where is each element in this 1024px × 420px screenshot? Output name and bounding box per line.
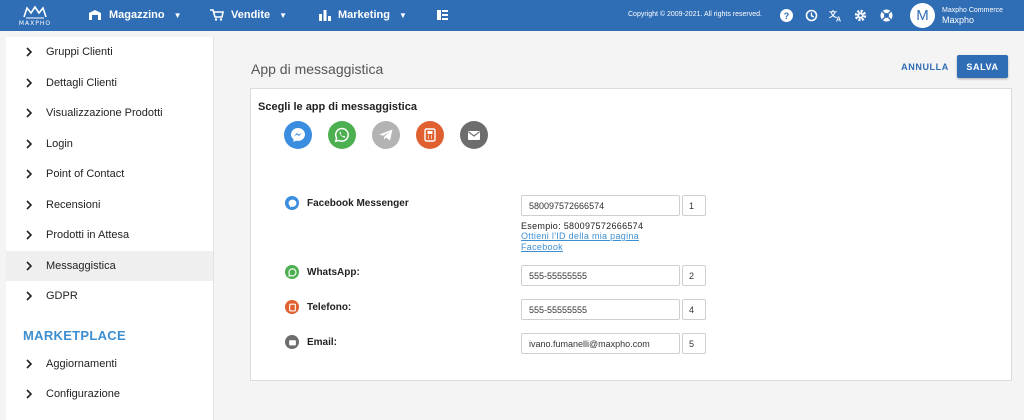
chevron-right-icon	[26, 291, 33, 301]
warehouse-icon	[89, 10, 101, 20]
caret-down-icon: ▼	[279, 10, 288, 20]
whatsapp-order-input[interactable]	[682, 265, 706, 286]
field-label-telefono: Telefono:	[307, 302, 352, 313]
nav-label: Magazzino	[109, 9, 165, 21]
sidebar-item-messaggistica[interactable]: Messaggistica	[6, 250, 213, 281]
nav-vendite[interactable]: Vendite ▼	[210, 9, 287, 21]
svg-text:A: A	[836, 16, 841, 22]
user-name[interactable]: Maxpho	[942, 15, 974, 25]
sidebar-item-aggiornamenti[interactable]: Aggiornamenti	[6, 349, 213, 380]
phone-icon	[285, 300, 299, 314]
nav-marketing[interactable]: Marketing ▼	[319, 9, 407, 21]
chevron-right-icon	[26, 199, 33, 210]
whatsapp-icon	[285, 265, 299, 279]
svg-text:?: ?	[783, 11, 789, 21]
save-button[interactable]: SALVA	[957, 55, 1008, 78]
messenger-icon[interactable]	[284, 121, 312, 149]
messaging-card: Scegli le app di messaggistica Facebook …	[250, 88, 1012, 381]
sidebar-section-marketplace: MARKETPLACE	[23, 327, 126, 343]
messenger-id-input[interactable]	[521, 195, 680, 216]
messenger-icon	[285, 196, 299, 210]
sidebar-item-label: GDPR	[46, 290, 78, 303]
sidebar-item-visualizzazione-prodotti[interactable]: Visualizzazione Prodotti	[6, 98, 213, 129]
telefono-order-input[interactable]	[682, 299, 706, 320]
chevron-right-icon	[26, 138, 33, 149]
chevron-right-icon	[26, 260, 33, 271]
translate-icon[interactable]: 文A	[828, 7, 844, 23]
chevron-right-icon	[26, 358, 33, 369]
chevron-right-icon	[26, 389, 33, 399]
sidebar: Gruppi Clienti Dettagli Clienti Visualiz…	[6, 37, 214, 420]
card-heading: Scegli le app di messaggistica	[258, 101, 417, 113]
avatar[interactable]: M	[910, 3, 935, 28]
nav-more[interactable]	[437, 10, 455, 20]
sidebar-item-gruppi-clienti[interactable]: Gruppi Clienti	[6, 37, 213, 68]
sidebar-item-login[interactable]: Login	[6, 129, 213, 160]
facebook-id-help-link[interactable]: Ottieni l'ID della mia pagina Facebook	[521, 231, 671, 253]
nav-label: Vendite	[231, 9, 271, 21]
sidebar-item-label: Aggiornamenti	[46, 357, 117, 370]
phone-icon[interactable]	[416, 121, 444, 149]
sidebar-item-label: Prodotti in Attesa	[46, 229, 130, 242]
telefono-input[interactable]	[521, 299, 680, 320]
sidebar-item-dettagli-clienti[interactable]: Dettagli Clienti	[6, 68, 213, 99]
sidebar-item-prodotti-in-attesa[interactable]: Prodotti in Attesa	[6, 220, 213, 251]
whatsapp-icon[interactable]	[328, 121, 356, 149]
sidebar-item-label: Dettagli Clienti	[46, 76, 117, 89]
messenger-example: Esempio: 580097572666574	[521, 221, 644, 231]
sidebar-item-label: Login	[46, 137, 73, 150]
maxpho-logo-icon	[23, 5, 47, 18]
sidebar-item-recensioni[interactable]: Recensioni	[6, 190, 213, 221]
chevron-right-icon	[26, 77, 33, 88]
cancel-button[interactable]: ANNULLA	[898, 57, 952, 76]
chevron-right-icon	[26, 47, 33, 57]
messenger-order-input[interactable]	[682, 195, 706, 216]
logo-text: MAXPHO	[18, 19, 52, 27]
chevron-right-icon	[26, 108, 33, 118]
email-input[interactable]	[521, 333, 680, 354]
sidebar-item-label: Messaggistica	[46, 259, 116, 272]
history-icon[interactable]	[803, 7, 819, 23]
nav-magazzino[interactable]: Magazzino ▼	[88, 9, 182, 21]
email-icon[interactable]	[460, 121, 488, 149]
nav-label: Marketing	[338, 9, 390, 21]
email-order-input[interactable]	[682, 333, 706, 354]
chevron-right-icon	[26, 230, 33, 240]
settings-icon[interactable]	[852, 7, 868, 23]
user-company: Maxpho Commerce	[942, 7, 1004, 14]
email-icon	[285, 335, 299, 349]
field-label-whatsapp: WhatsApp:	[307, 267, 360, 278]
help-icon[interactable]: ?	[778, 7, 794, 23]
cart-icon	[210, 9, 224, 21]
whatsapp-input[interactable]	[521, 265, 680, 286]
sidebar-item-gdpr[interactable]: GDPR	[6, 281, 213, 312]
support-icon[interactable]	[878, 7, 894, 23]
field-label-email: Email:	[307, 337, 338, 348]
sidebar-item-point-of-contact[interactable]: Point of Contact	[6, 159, 213, 190]
list-view-icon	[437, 10, 448, 20]
sidebar-item-label: Gruppi Clienti	[46, 46, 113, 59]
sidebar-item-label: Configurazione	[46, 388, 120, 401]
top-bar: MAXPHO Magazzino ▼ Vendite ▼ Marketing ▼…	[0, 0, 1024, 31]
copyright-text: Copyright © 2009-2021. All rights reserv…	[628, 11, 762, 18]
sidebar-item-label: Point of Contact	[46, 168, 125, 181]
logo[interactable]: MAXPHO	[0, 0, 70, 31]
caret-down-icon: ▼	[398, 10, 407, 20]
chevron-right-icon	[26, 169, 33, 179]
bar-chart-icon	[319, 10, 331, 21]
sidebar-item-label: Visualizzazione Prodotti	[46, 107, 163, 120]
page-title: App di messaggistica	[251, 61, 384, 77]
caret-down-icon: ▼	[173, 10, 182, 20]
sidebar-item-label: Recensioni	[46, 198, 101, 211]
telegram-icon[interactable]	[372, 121, 400, 149]
field-label-messenger: Facebook Messenger	[307, 198, 409, 209]
sidebar-item-configurazione[interactable]: Configurazione	[6, 379, 213, 410]
